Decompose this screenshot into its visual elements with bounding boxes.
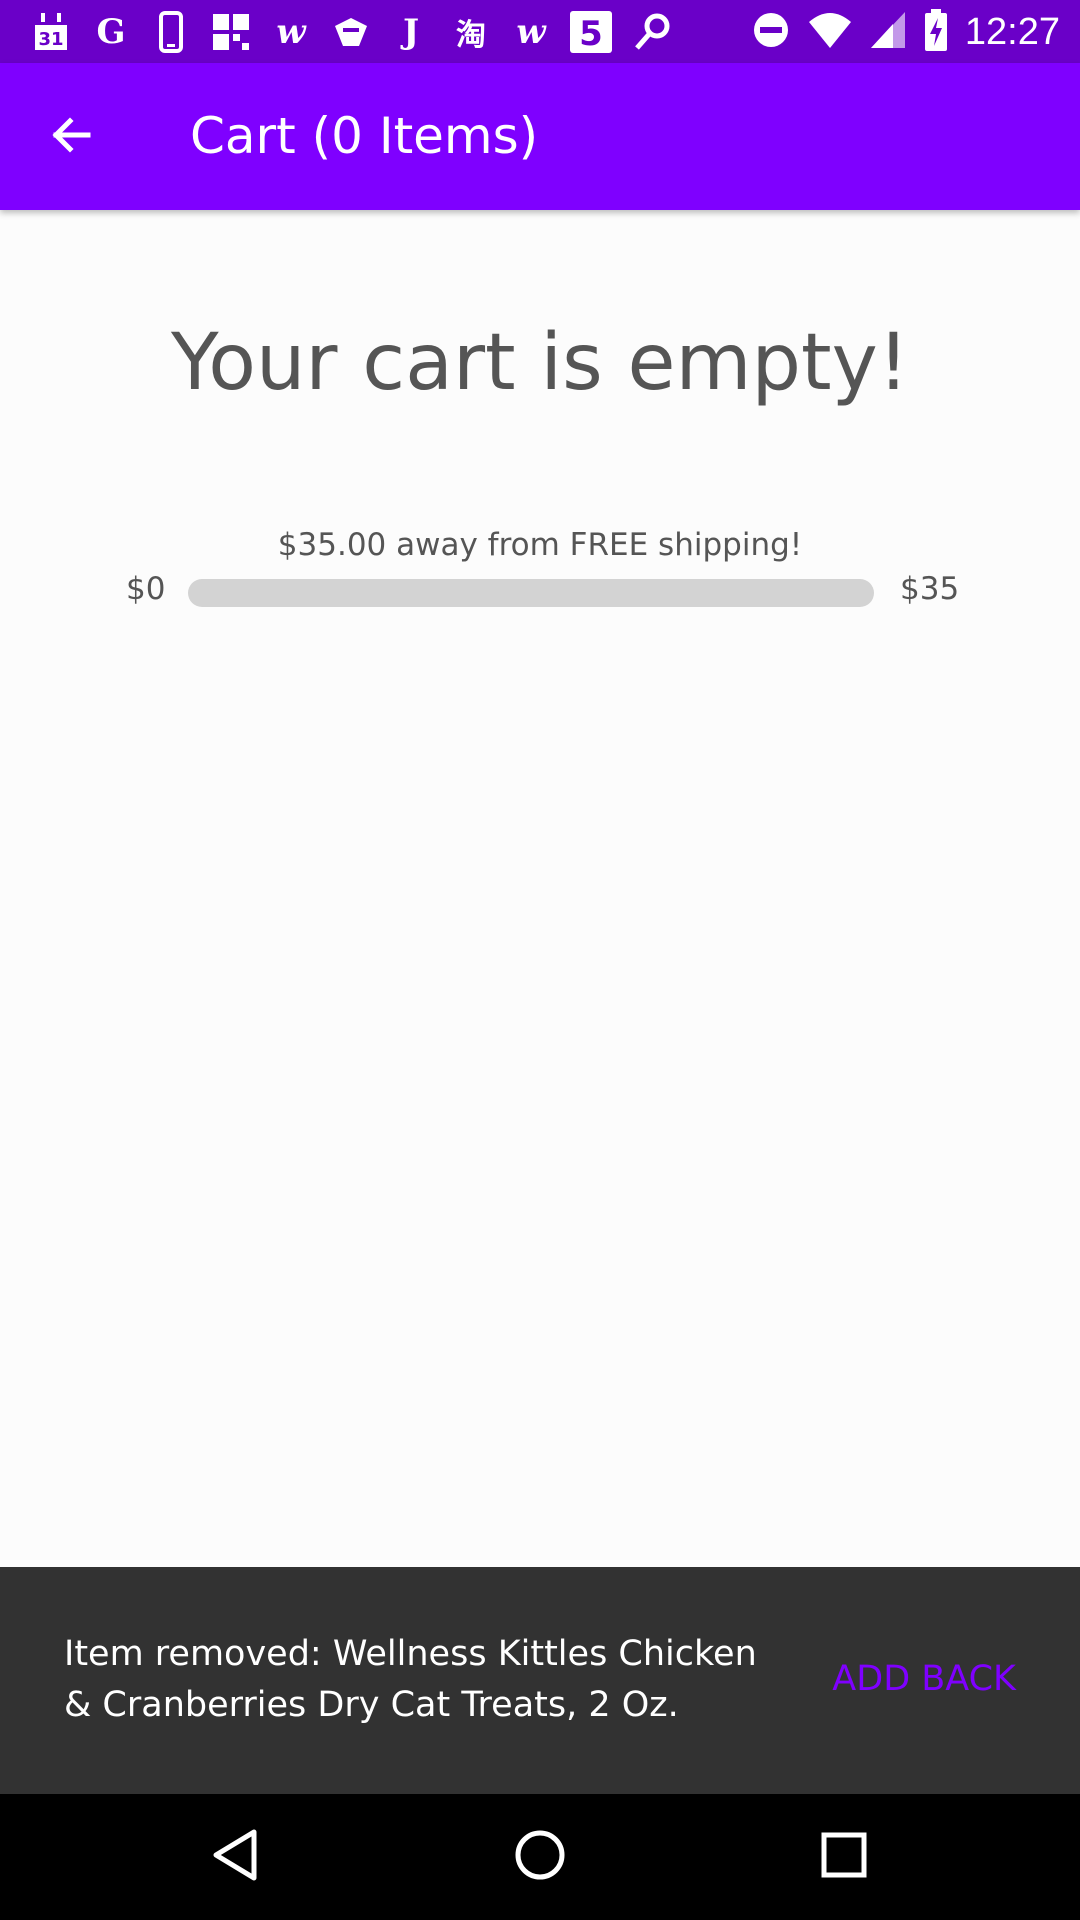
- snackbar-message: Item removed: Wellness Kittles Chicken &…: [64, 1634, 757, 1725]
- wifi-icon: [807, 10, 853, 54]
- add-back-button[interactable]: ADD BACK: [832, 1659, 1016, 1699]
- taobao-icon: 淘: [456, 18, 486, 53]
- google-icon: G: [96, 12, 126, 52]
- app-bar: Cart (0 Items): [0, 63, 1080, 210]
- nav-back-button[interactable]: [200, 1822, 270, 1892]
- status-bar: 31 G w J 淘 w 5 12:27: [0, 0, 1080, 63]
- nav-back-icon: [210, 1828, 260, 1886]
- j-app-icon: J: [402, 12, 420, 52]
- system-icons: 12:27: [751, 8, 1060, 56]
- page-title: Cart (0 Items): [190, 107, 539, 165]
- w-app-icon: w: [276, 12, 306, 52]
- svg-text:31: 31: [38, 29, 63, 50]
- calendar-icon: 31: [28, 9, 74, 55]
- notification-icons: 31 G w J 淘 w 5: [28, 8, 674, 56]
- navigation-bar: [0, 1794, 1080, 1920]
- phone-icon: [148, 9, 194, 55]
- shipping-range-min: $0: [126, 571, 166, 607]
- back-button[interactable]: [32, 97, 112, 177]
- back-arrow-icon: [48, 111, 96, 163]
- empty-cart-message: Your cart is empty!: [170, 318, 910, 408]
- w-app-icon: w: [516, 12, 546, 52]
- free-shipping-message: $35.00 away from FREE shipping!: [277, 527, 803, 563]
- shipping-range-max: $35: [900, 571, 960, 607]
- grid-app-icon: [208, 9, 254, 55]
- svg-text:5: 5: [579, 14, 603, 54]
- cell-signal-icon: [869, 10, 907, 54]
- nav-home-icon: [513, 1828, 567, 1886]
- link-app-icon: [628, 9, 674, 55]
- snackbar: Item removed: Wellness Kittles Chicken &…: [0, 1567, 1080, 1794]
- do-not-disturb-icon: [751, 10, 791, 54]
- battery-charging-icon: [923, 8, 949, 56]
- nav-recents-button[interactable]: [809, 1822, 879, 1892]
- five-app-icon: 5: [568, 9, 614, 55]
- clock: 12:27: [964, 10, 1060, 53]
- nav-recents-icon: [819, 1830, 869, 1884]
- nav-home-button[interactable]: [505, 1822, 575, 1892]
- free-shipping-progress-bar: [188, 579, 874, 607]
- gift-icon: [328, 9, 374, 55]
